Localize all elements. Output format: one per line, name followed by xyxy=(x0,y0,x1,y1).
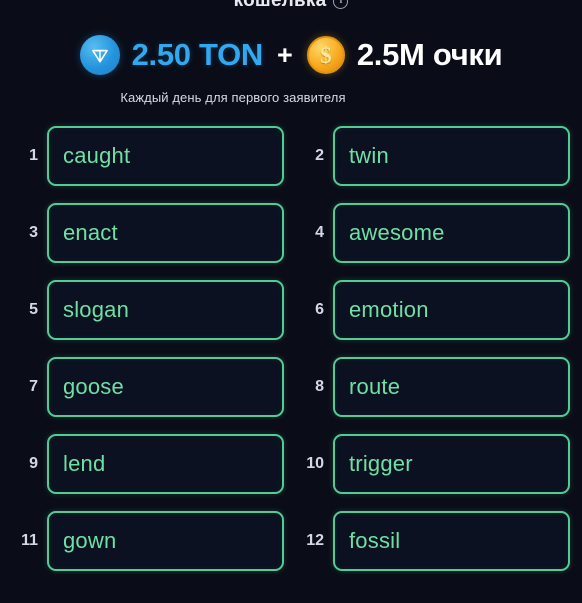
seed-word-text: slogan xyxy=(63,297,130,322)
seed-word-text: awesome xyxy=(349,220,445,245)
seed-word-box[interactable]: awesome xyxy=(333,203,570,263)
seed-phrase-grid: 1 caught 2 twin 3 enact 4 awesome 5 slog… xyxy=(0,126,582,571)
seed-word-box[interactable]: trigger xyxy=(333,434,570,494)
seed-word-text: twin xyxy=(349,143,389,168)
seed-word-index: 7 xyxy=(29,378,38,395)
seed-word-cell: 11 gown xyxy=(12,511,284,571)
seed-word-index: 10 xyxy=(306,455,324,472)
seed-word-cell: 5 slogan xyxy=(12,280,284,340)
seed-word-index: 5 xyxy=(29,301,38,318)
seed-word-cell: 12 fossil xyxy=(298,511,570,571)
seed-word-index: 9 xyxy=(29,455,38,472)
seed-word-text: lend xyxy=(63,451,106,476)
seed-word-text: enact xyxy=(63,220,118,245)
seed-word-index: 3 xyxy=(29,224,38,241)
seed-word-box[interactable]: twin xyxy=(333,126,570,186)
seed-word-cell: 9 lend xyxy=(12,434,284,494)
seed-word-box[interactable]: gown xyxy=(47,511,284,571)
seed-word-text: caught xyxy=(63,143,131,168)
seed-word-text: trigger xyxy=(349,451,413,476)
dollar-coin-icon: $ xyxy=(306,36,345,74)
wallet-header: кошелька i xyxy=(0,0,582,10)
seed-word-text: fossil xyxy=(349,528,401,553)
seed-word-index: 1 xyxy=(29,147,38,164)
seed-word-text: route xyxy=(349,374,401,399)
seed-word-box[interactable]: enact xyxy=(47,203,284,263)
seed-word-index: 6 xyxy=(315,301,324,318)
seed-word-index: 4 xyxy=(315,224,324,241)
seed-word-cell: 1 caught xyxy=(12,126,284,186)
seed-word-box[interactable]: emotion xyxy=(333,280,570,340)
seed-word-box[interactable]: lend xyxy=(47,434,284,494)
points-amount-label: 2.5M очки xyxy=(356,37,503,72)
ton-amount-label: 2.50 TON xyxy=(131,37,264,72)
seed-word-index: 8 xyxy=(315,378,324,395)
reward-row: 2.50 TON + $ 2.5M очки xyxy=(0,28,582,82)
seed-word-box[interactable]: route xyxy=(333,357,570,417)
seed-word-text: goose xyxy=(63,374,124,399)
info-icon[interactable]: i xyxy=(333,0,349,9)
reward-banner: 2.50 TON + $ 2.5M очки Каждый день для п… xyxy=(0,28,582,105)
seed-word-cell: 4 awesome xyxy=(298,203,570,263)
seed-word-cell: 10 trigger xyxy=(298,434,570,494)
reward-subtitle: Каждый день для первого заявителя xyxy=(120,90,346,105)
seed-word-text: emotion xyxy=(349,297,429,322)
seed-word-box[interactable]: caught xyxy=(47,126,284,186)
seed-word-index: 11 xyxy=(21,532,38,549)
seed-word-box[interactable]: goose xyxy=(47,357,284,417)
seed-word-box[interactable]: slogan xyxy=(47,280,284,340)
seed-word-cell: 2 twin xyxy=(298,126,570,186)
page-title: кошелька xyxy=(234,0,327,10)
dollar-symbol: $ xyxy=(320,42,332,68)
seed-word-text: gown xyxy=(63,528,117,553)
seed-word-box[interactable]: fossil xyxy=(333,511,570,571)
seed-word-cell: 8 route xyxy=(298,357,570,417)
seed-word-index: 12 xyxy=(306,532,324,549)
seed-word-cell: 7 goose xyxy=(12,357,284,417)
plus-separator: + xyxy=(277,39,293,70)
ton-coin-icon xyxy=(79,35,120,75)
seed-word-cell: 3 enact xyxy=(12,203,284,263)
seed-word-cell: 6 emotion xyxy=(298,280,570,340)
seed-word-index: 2 xyxy=(315,147,324,164)
